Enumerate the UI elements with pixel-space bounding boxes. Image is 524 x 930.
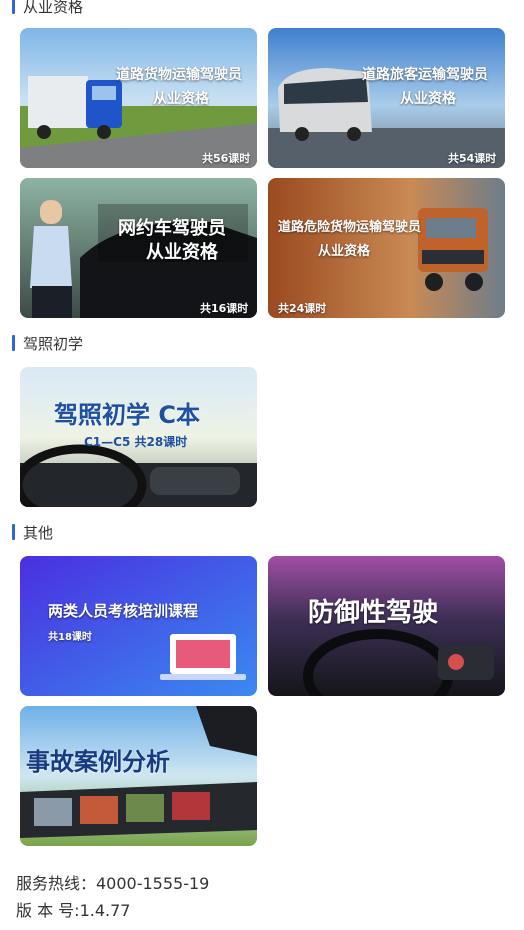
course-card-accident-analysis[interactable]: 事故案例分析 bbox=[20, 706, 257, 846]
course-card-hazardous-goods-driver[interactable]: 道路危险货物运输驾驶员 从业资格 共24课时 bbox=[268, 178, 505, 318]
training-laptop-image bbox=[20, 556, 257, 696]
section-accent-bar bbox=[12, 0, 15, 14]
course-card-two-category-training[interactable]: 两类人员考核培训课程 共18课时 bbox=[20, 556, 257, 696]
course-hours: 共16课时 bbox=[200, 302, 249, 315]
section-header-qualification: 从业资格 bbox=[12, 0, 83, 16]
card-title: 道路货物运输驾驶员 bbox=[116, 67, 242, 83]
card-subtitle: C1—C5 共28课时 bbox=[84, 435, 188, 449]
section-title: 其他 bbox=[23, 523, 54, 542]
tanker-truck-image bbox=[268, 178, 505, 318]
course-hours: 共54课时 bbox=[448, 152, 497, 165]
card-title: 事故案例分析 bbox=[26, 748, 170, 776]
card-title: 道路旅客运输驾驶员 bbox=[362, 67, 488, 83]
card-subtitle: 从业资格 bbox=[400, 91, 456, 107]
section-title: 驾照初学 bbox=[23, 334, 84, 353]
card-subtitle: 从业资格 bbox=[146, 242, 218, 263]
card-subtitle: 从业资格 bbox=[153, 91, 209, 107]
course-card-defensive-driving[interactable]: 防御性驾驶 bbox=[268, 556, 505, 696]
section-header-other: 其他 bbox=[12, 522, 53, 542]
course-card-license-c[interactable]: 驾照初学 C本 C1—C5 共28课时 bbox=[20, 367, 257, 507]
coach-bus-image bbox=[268, 28, 505, 168]
card-title: 网约车驾驶员 bbox=[118, 218, 226, 239]
course-hours: 共18课时 bbox=[48, 632, 92, 643]
card-title: 两类人员考核培训课程 bbox=[48, 602, 199, 620]
service-hotline: 服务热线：4000-1555-19 bbox=[16, 874, 210, 893]
course-card-passenger-driver[interactable]: 道路旅客运输驾驶员 从业资格 共54课时 bbox=[268, 28, 505, 168]
card-title: 防御性驾驶 bbox=[308, 598, 439, 628]
version-number: 版 本 号:1.4.77 bbox=[16, 901, 131, 920]
ride-hailing-driver-image bbox=[20, 178, 257, 318]
course-hours: 共24课时 bbox=[278, 302, 327, 315]
blue-truck-image bbox=[20, 28, 257, 168]
card-title: 驾照初学 C本 bbox=[54, 401, 200, 429]
course-card-ride-hailing-driver[interactable]: 网约车驾驶员 从业资格 共16课时 bbox=[20, 178, 257, 318]
card-title: 道路危险货物运输驾驶员 bbox=[278, 220, 422, 235]
section-accent-bar bbox=[12, 335, 15, 351]
course-hours: 共56课时 bbox=[202, 152, 251, 165]
section-title: 从业资格 bbox=[23, 0, 84, 16]
card-subtitle: 从业资格 bbox=[318, 244, 371, 259]
course-card-freight-driver[interactable]: 道路货物运输驾驶员 从业资格 共56课时 bbox=[20, 28, 257, 168]
section-accent-bar bbox=[12, 524, 15, 540]
section-header-beginner-license: 驾照初学 bbox=[12, 333, 83, 353]
